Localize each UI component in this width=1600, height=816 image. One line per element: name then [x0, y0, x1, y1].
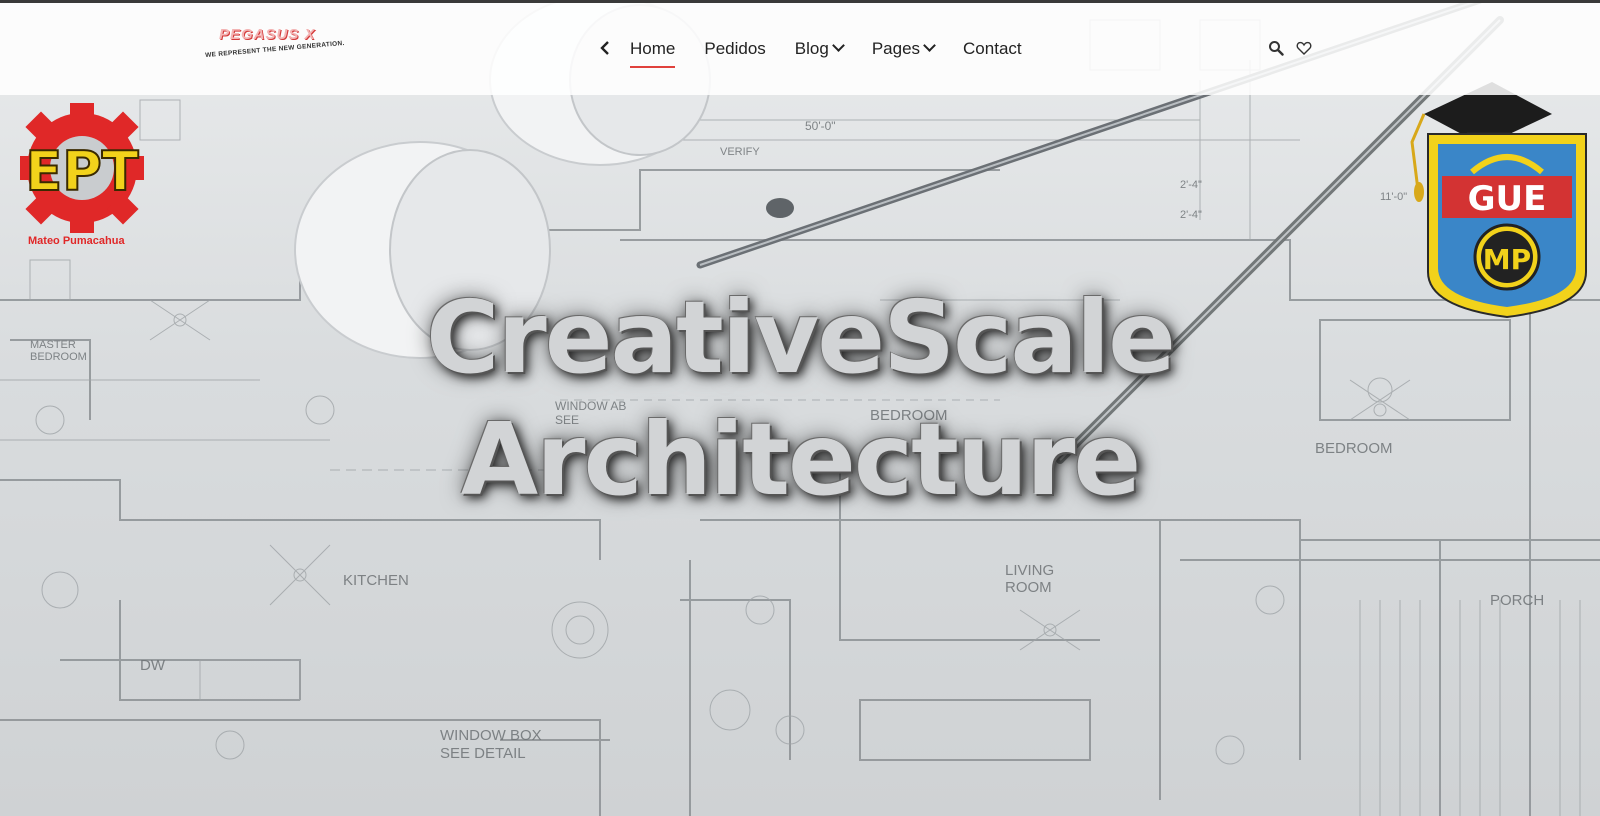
nav-item-pedidos[interactable]: Pedidos [704, 39, 765, 59]
nav-item-label: Home [630, 39, 676, 58]
svg-text:WINDOW BOX: WINDOW BOX [440, 727, 542, 744]
main-nav: Home Pedidos Blog Pages Contact [596, 3, 1051, 95]
nav-item-pages[interactable]: Pages [871, 39, 936, 59]
svg-text:PORCH: PORCH [1490, 592, 1544, 609]
brand-name: PEGASUS X [219, 26, 316, 43]
nav-item-label: Pedidos [704, 39, 766, 58]
heart-icon[interactable] [1296, 40, 1312, 56]
search-icon[interactable] [1268, 40, 1284, 56]
chevron-left-icon[interactable] [596, 40, 614, 58]
ept-letters: EPT [25, 140, 138, 203]
svg-text:SEE DETAIL: SEE DETAIL [440, 745, 526, 762]
ept-logo: EPT Mateo Pumacahua [0, 98, 170, 258]
site-header: PEGASUS X WE REPRESENT THE NEW GENERATIO… [0, 3, 1600, 95]
svg-text:KITCHEN: KITCHEN [343, 572, 409, 589]
nav-item-home[interactable]: Home [630, 39, 676, 68]
svg-text:ROOM: ROOM [1005, 579, 1052, 596]
gue-emblem: MP [1483, 243, 1531, 276]
svg-text:VERIFY: VERIFY [720, 146, 760, 158]
svg-text:2'-4": 2'-4" [1180, 179, 1202, 191]
ept-caption: Mateo Pumacahua [28, 235, 125, 247]
svg-text:LIVING: LIVING [1005, 562, 1054, 579]
top-border [0, 0, 1600, 3]
chevron-down-icon [923, 39, 936, 52]
svg-text:DW: DW [140, 657, 166, 674]
svg-text:2'-4": 2'-4" [1180, 209, 1202, 221]
nav-item-contact[interactable]: Contact [963, 39, 1022, 59]
nav-item-label: Pages [871, 39, 921, 58]
nav-item-blog[interactable]: Blog [794, 39, 845, 59]
nav-item-label: Contact [963, 39, 1022, 58]
hero-title-line-1: CreativeScale [426, 279, 1176, 396]
gue-letters: GUE [1468, 179, 1547, 219]
header-tools [1268, 40, 1312, 56]
hero-title-line-2: Architecture [460, 401, 1142, 518]
nav-item-label: Blog [794, 39, 829, 58]
chevron-down-icon [831, 39, 845, 52]
svg-text:50'-0": 50'-0" [805, 119, 836, 133]
brand-logo[interactable]: PEGASUS X WE REPRESENT THE NEW GENERATIO… [205, 23, 355, 67]
